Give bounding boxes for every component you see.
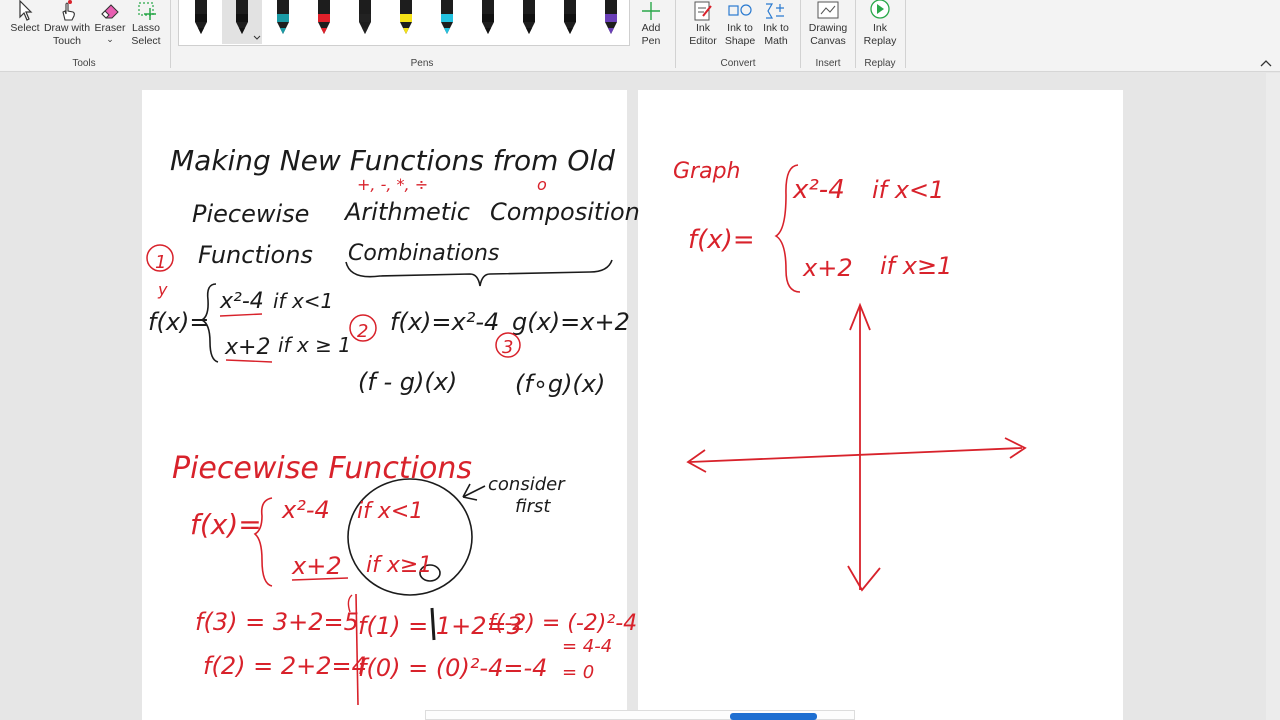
graph-label: Graph xyxy=(673,159,740,184)
title-text: Making New Functions from Old xyxy=(170,144,615,177)
eval-f2: f(2) = 2+2=4 xyxy=(203,652,367,680)
pw-heading: Piecewise Functions xyxy=(172,451,472,486)
rp-case2: x+2 xyxy=(802,254,853,282)
rp-fx: f(x)= xyxy=(688,225,755,255)
col-composition: Composition xyxy=(490,198,640,226)
col-functions: Functions xyxy=(198,241,313,269)
y-axis-down-arrow-icon xyxy=(847,565,881,592)
rp-case1: x²-4 xyxy=(792,175,845,205)
ops-annot: +, -, *, ÷ xyxy=(357,175,428,194)
eval-fm2-c: = 0 xyxy=(562,662,594,683)
num-3: 3 xyxy=(502,337,513,358)
pw-case1: x²-4 xyxy=(281,496,330,524)
ex1-cond1: if x<1 xyxy=(273,289,333,313)
ex2-gx: g(x)=x+2 xyxy=(512,308,630,336)
rp-cond2: if x≥1 xyxy=(880,252,952,280)
col-piecewise: Piecewise xyxy=(192,200,309,228)
eval-fm2-b: = 4-4 xyxy=(562,636,612,657)
consider-text: consider xyxy=(488,474,566,495)
compose-annot: o xyxy=(537,175,547,194)
ex2-fx: f(x)=x²-4 xyxy=(390,308,499,336)
ex3-fog: (f∘g)(x) xyxy=(515,370,605,398)
pw-case2: x+2 xyxy=(291,552,342,580)
pw-cond1: if x<1 xyxy=(357,499,423,524)
ex2-fminusg: (f - g)(x) xyxy=(358,368,457,396)
ink-layer: Making New Functions from Old Piecewise … xyxy=(146,144,1027,706)
vertical-scrollbar[interactable] xyxy=(1266,73,1280,720)
y-annot: y xyxy=(157,280,168,299)
eval-f0: f(0) = (0)²-4=-4 xyxy=(358,654,547,682)
x-axis xyxy=(689,447,1023,463)
rp-cond1: if x<1 xyxy=(872,176,944,204)
ex1-case2: x+2 xyxy=(224,335,270,360)
eval-f3: f(3) = 3+2=5 xyxy=(195,608,359,636)
first-text: first xyxy=(515,496,551,517)
horizontal-scroll-thumb[interactable] xyxy=(730,713,817,720)
col-combinations: Combinations xyxy=(348,241,499,266)
ex1-cond2: if x ≥ 1 xyxy=(278,333,351,357)
pw-cond2: if x≥1 xyxy=(366,553,432,578)
col-arithmetic: Arithmetic xyxy=(343,198,470,226)
ex1-case1: x²-4 xyxy=(219,289,264,314)
pw-fx: f(x)= xyxy=(190,508,262,541)
consider-arrow-icon xyxy=(462,483,486,501)
ex1-fx: f(x)= xyxy=(148,308,210,336)
eval-fm2: f(-2) = (-2)²-4 xyxy=(488,611,637,636)
num-2: 2 xyxy=(357,321,368,342)
